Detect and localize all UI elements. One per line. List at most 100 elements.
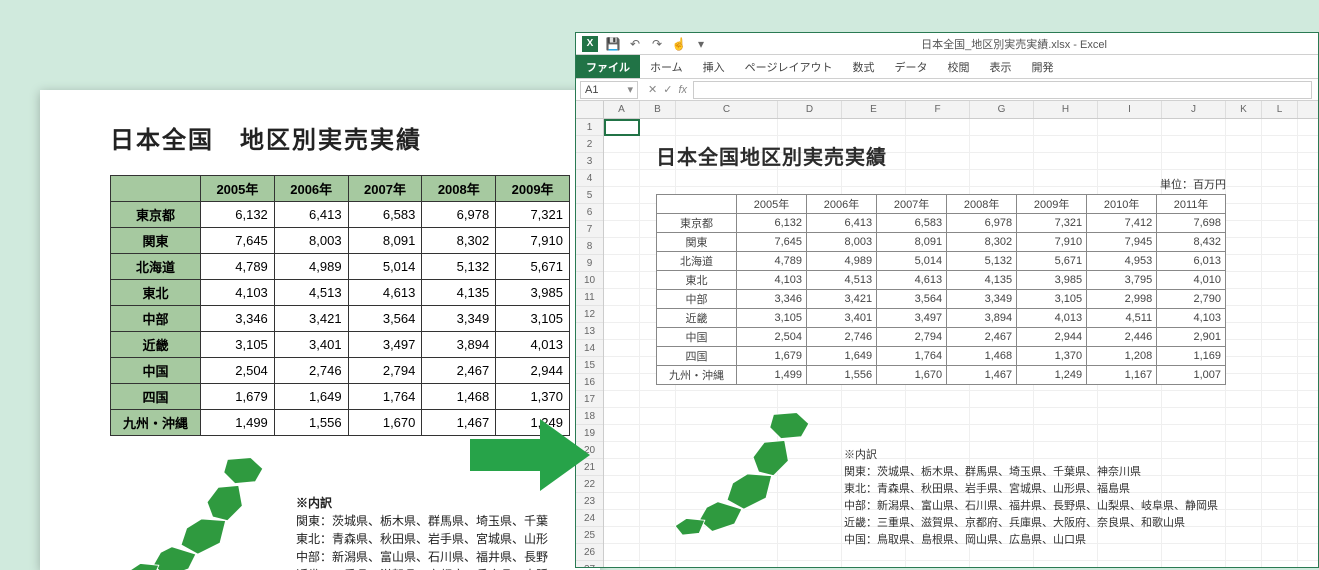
name-box[interactable]: A1 ▾ (580, 81, 638, 99)
row-header[interactable]: 27 (576, 561, 603, 568)
breakdown-line: 関東：茨城県、栃木県、群馬県、埼玉県、千葉 (296, 512, 548, 530)
region-cell: 近畿 (657, 309, 737, 328)
table-row: 四国1,6791,6491,7641,4681,3701,2081,169 (657, 347, 1226, 366)
formula-bar: A1 ▾ ✕ ✓ fx (576, 79, 1318, 101)
row-header[interactable]: 13 (576, 323, 603, 340)
row-header[interactable]: 11 (576, 289, 603, 306)
row-header[interactable]: 14 (576, 340, 603, 357)
value-cell: 4,103 (737, 271, 807, 290)
row-header[interactable]: 15 (576, 357, 603, 374)
row-header[interactable]: 24 (576, 510, 603, 527)
ribbon-tab-3[interactable]: ページレイアウト (735, 55, 843, 78)
value-cell: 8,091 (877, 233, 947, 252)
col-header[interactable]: D (778, 101, 842, 118)
row-header[interactable]: 16 (576, 374, 603, 391)
value-cell: 1,556 (274, 410, 348, 436)
undo-icon[interactable]: ↶ (628, 37, 642, 51)
value-cell: 6,978 (422, 202, 496, 228)
value-cell: 7,945 (1087, 233, 1157, 252)
ribbon-tab-0[interactable]: ファイル (576, 55, 640, 78)
value-cell: 2,746 (807, 328, 877, 347)
col-header[interactable]: G (970, 101, 1034, 118)
fx-icon[interactable]: fx (678, 84, 687, 96)
col-header[interactable]: J (1162, 101, 1226, 118)
breakdown-line: 近畿：三重県、滋賀県、京都府、兵庫県、大阪府、奈良県、和歌山県 (844, 515, 1218, 532)
region-cell: 東北 (657, 271, 737, 290)
row-header[interactable]: 4 (576, 170, 603, 187)
value-cell: 4,013 (496, 332, 570, 358)
value-cell: 3,497 (877, 309, 947, 328)
table-row: 北海道4,7894,9895,0145,1325,6714,9536,013 (657, 252, 1226, 271)
save-icon[interactable]: 💾 (606, 37, 620, 51)
ribbon-tab-4[interactable]: 数式 (842, 55, 884, 78)
row-header[interactable]: 9 (576, 255, 603, 272)
row-header[interactable]: 26 (576, 544, 603, 561)
right-data-table: 2005年2006年2007年2008年2009年2010年2011年 東京都6… (656, 194, 1226, 385)
value-cell: 1,679 (737, 347, 807, 366)
row-header[interactable]: 10 (576, 272, 603, 289)
col-header[interactable]: A (604, 101, 640, 118)
year-header: 2007年 (348, 176, 422, 202)
value-cell: 1,007 (1157, 366, 1226, 385)
chevron-down-icon[interactable]: ▾ (627, 83, 633, 96)
row-header[interactable]: 23 (576, 493, 603, 510)
value-cell: 4,989 (807, 252, 877, 271)
col-header[interactable]: K (1226, 101, 1262, 118)
ribbon-tab-2[interactable]: 挿入 (693, 55, 735, 78)
formula-input[interactable] (693, 81, 1312, 99)
row-header[interactable]: 1 (576, 119, 603, 136)
row-header[interactable]: 3 (576, 153, 603, 170)
col-header[interactable]: I (1098, 101, 1162, 118)
value-cell: 6,583 (877, 214, 947, 233)
value-cell: 4,511 (1087, 309, 1157, 328)
left-data-table: 2005年2006年2007年2008年2009年 東京都6,1326,4136… (110, 175, 570, 436)
ribbon-tab-7[interactable]: 表示 (979, 55, 1021, 78)
ribbon-tabs: ファイルホーム挿入ページレイアウト数式データ校閲表示開発 (576, 55, 1318, 79)
unit-label: 単位：百万円 (656, 176, 1226, 192)
row-header[interactable]: 12 (576, 306, 603, 323)
row-header[interactable]: 5 (576, 187, 603, 204)
table-row: 中国2,5042,7462,7942,4672,9442,4462,901 (657, 328, 1226, 347)
breakdown-line: 中国：鳥取県、島根県、岡山県、広島県、山口県 (844, 532, 1218, 549)
region-cell: 北海道 (657, 252, 737, 271)
value-cell: 2,901 (1157, 328, 1226, 347)
row-header[interactable]: 8 (576, 238, 603, 255)
value-cell: 4,103 (201, 280, 275, 306)
enter-icon[interactable]: ✓ (663, 83, 672, 96)
ribbon-tab-8[interactable]: 開発 (1021, 55, 1063, 78)
value-cell: 3,795 (1087, 271, 1157, 290)
region-cell: 中国 (657, 328, 737, 347)
redo-icon[interactable]: ↷ (650, 37, 664, 51)
value-cell: 2,746 (274, 358, 348, 384)
col-header[interactable]: E (842, 101, 906, 118)
value-cell: 1,679 (201, 384, 275, 410)
col-header[interactable]: L (1262, 101, 1298, 118)
row-header[interactable]: 7 (576, 221, 603, 238)
value-cell: 5,132 (422, 254, 496, 280)
value-cell: 1,499 (201, 410, 275, 436)
select-all-corner[interactable] (576, 101, 604, 118)
value-cell: 8,003 (807, 233, 877, 252)
row-header[interactable]: 17 (576, 391, 603, 408)
qat-dropdown-icon[interactable]: ▾ (694, 37, 708, 51)
col-header[interactable]: H (1034, 101, 1098, 118)
japan-map-icon (656, 407, 826, 537)
row-header[interactable]: 2 (576, 136, 603, 153)
ribbon-tab-1[interactable]: ホーム (640, 55, 693, 78)
col-header[interactable]: C (676, 101, 778, 118)
value-cell: 3,894 (947, 309, 1017, 328)
col-header[interactable]: B (640, 101, 676, 118)
row-header[interactable]: 6 (576, 204, 603, 221)
spreadsheet-grid[interactable]: ABCDEFGHIJKL 123456789101112131415161718… (576, 101, 1318, 568)
row-header[interactable]: 25 (576, 527, 603, 544)
year-header: 2007年 (877, 195, 947, 214)
ribbon-tab-5[interactable]: データ (884, 55, 937, 78)
touch-icon[interactable]: ☝ (672, 37, 686, 51)
cancel-icon[interactable]: ✕ (648, 83, 657, 96)
value-cell: 2,504 (737, 328, 807, 347)
arrow-icon (470, 415, 590, 495)
ribbon-tab-6[interactable]: 校閲 (937, 55, 979, 78)
col-header[interactable]: F (906, 101, 970, 118)
value-cell: 1,370 (1017, 347, 1087, 366)
value-cell: 5,132 (947, 252, 1017, 271)
